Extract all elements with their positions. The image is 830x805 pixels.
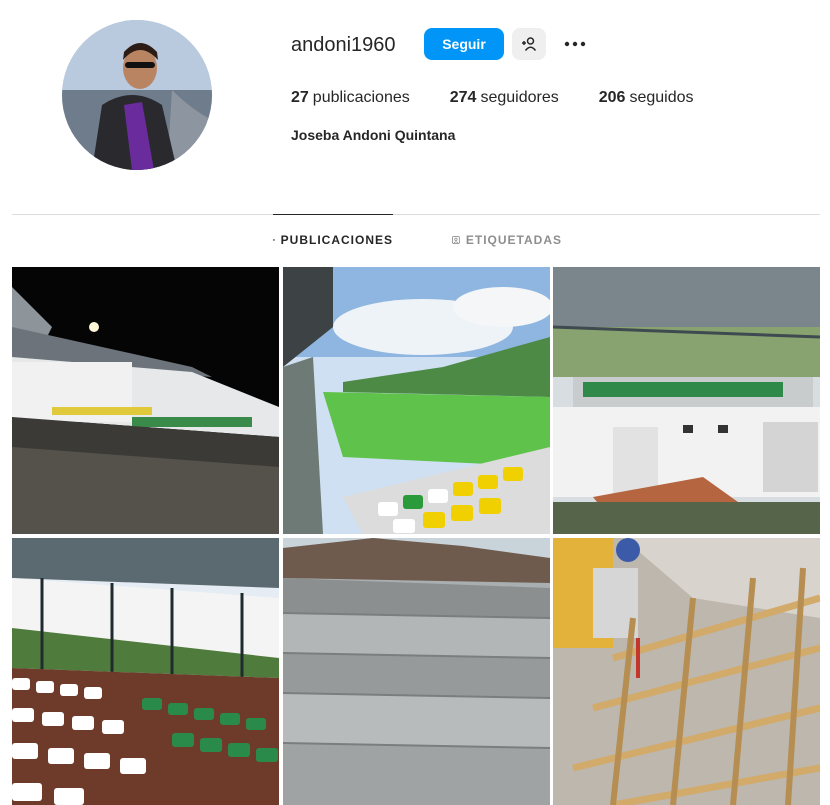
profile-divider [12, 214, 820, 215]
post-image [12, 538, 279, 805]
posts-label: publicaciones [312, 89, 410, 106]
post-image [283, 267, 550, 534]
add-person-icon [522, 37, 537, 51]
post-image [553, 538, 820, 805]
following-count: 206 [598, 89, 626, 106]
post-thumbnail[interactable] [12, 538, 279, 805]
post-thumbnail[interactable] [283, 267, 550, 534]
profile-stats: 27 publicaciones 274 seguidores 206 seguido… [291, 89, 733, 107]
tab-posts[interactable]: PUBLICACIONES [273, 214, 393, 265]
post-thumbnail[interactable] [283, 538, 550, 805]
profile-avatar[interactable] [62, 20, 212, 170]
following-stat[interactable]: 206 seguidos [599, 89, 694, 107]
profile-username: andoni1960 [291, 34, 396, 56]
posts-count: 27 [291, 89, 309, 106]
post-thumbnail[interactable] [12, 267, 279, 534]
tagged-icon [452, 236, 460, 244]
post-image [12, 267, 279, 534]
post-thumbnail[interactable] [553, 267, 820, 534]
more-options-icon [564, 41, 586, 47]
followers-stat[interactable]: 274 seguidores [450, 89, 559, 107]
post-image [553, 267, 820, 534]
grid-icon [273, 239, 275, 241]
tab-posts-label: PUBLICACIONES [280, 233, 393, 247]
tab-tagged-label: ETIQUETADAS [465, 233, 562, 247]
avatar-photo [62, 20, 212, 170]
posts-stat: 27 publicaciones [291, 89, 410, 107]
post-image [283, 538, 550, 805]
profile-full-name: Joseba Andoni Quintana [291, 127, 456, 143]
following-label: seguidos [629, 89, 694, 106]
post-thumbnail[interactable] [553, 538, 820, 805]
suggested-accounts-button[interactable] [512, 28, 546, 60]
more-options-button[interactable] [560, 30, 590, 58]
followers-count: 274 [449, 89, 477, 106]
followers-label: seguidores [480, 89, 559, 106]
follow-button[interactable]: Seguir [424, 28, 504, 60]
tab-tagged[interactable]: ETIQUETADAS [452, 215, 562, 265]
